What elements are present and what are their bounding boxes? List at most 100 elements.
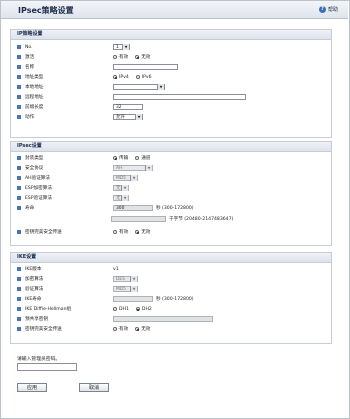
radio-ike-pfs-disable[interactable] [135, 327, 140, 331]
row-no: No. 1 ▼ [17, 43, 327, 51]
radio-disable[interactable] [135, 55, 140, 59]
bullet-icon [17, 105, 21, 109]
ike-lifetime-input[interactable] [113, 296, 153, 302]
chevron-down-icon: ▼ [130, 286, 137, 292]
bullet-icon [17, 166, 21, 170]
esp-auth-select[interactable]: 无 ▼ [113, 195, 129, 201]
bullet-icon [17, 307, 21, 311]
bullet-icon [17, 55, 21, 59]
radio-pfs-enable[interactable] [113, 230, 117, 234]
section-header: IPsec设置 [11, 142, 331, 152]
lifetime-seconds-unit: 秒 (300-172800) [156, 206, 194, 211]
chevron-down-icon: ▼ [122, 44, 129, 50]
bullet-icon [17, 206, 21, 210]
lifetime-seconds-input[interactable]: 300 [113, 205, 153, 211]
help-icon: ? [318, 6, 326, 13]
label: 本地地址 [25, 85, 44, 90]
row-name: 名称 [17, 63, 327, 71]
ah-auth-select[interactable]: MD5 ▼ [113, 175, 138, 181]
label: 寿命 [25, 206, 35, 211]
admin-password-input[interactable] [17, 363, 77, 371]
label: 地址类型 [25, 75, 44, 80]
help-label: 帮助 [327, 7, 338, 13]
remote-address-input[interactable] [113, 94, 246, 100]
ike-version-value: v1 [113, 266, 119, 272]
local-address-select[interactable]: ▼ [113, 84, 165, 90]
row-esp-enc: ESP加密算法 无 ▼ [17, 184, 327, 192]
label: AH验证算法 [25, 176, 50, 181]
radio-enable[interactable] [113, 55, 117, 59]
radio-transport[interactable] [113, 156, 117, 160]
row-ah-auth: AH验证算法 MD5 ▼ [17, 174, 327, 182]
bullet-icon [17, 297, 21, 301]
radio-dh1[interactable] [113, 307, 117, 311]
bullet-icon [17, 95, 21, 99]
ip-policy-section: IP策略设置 No. 1 ▼ 激活 有效 无效 名称 地址类型 IPv4 IPv6… [10, 29, 332, 138]
page-header: IPsec策略设置 ? 帮助 [1, 1, 348, 19]
name-input[interactable] [113, 64, 178, 70]
row-state: 激活 有效 无效 [17, 53, 327, 61]
radio-ipv4[interactable] [113, 75, 117, 79]
label: No. [25, 44, 33, 50]
label: 验证算法 [25, 287, 44, 292]
row-pfs: 密钥完美安全传送 有效 无效 [17, 228, 327, 236]
prefix-length-input[interactable]: 32 [113, 104, 143, 110]
apply-button[interactable]: 应用 [17, 383, 47, 392]
bullet-icon [17, 317, 21, 321]
row-ike-auth: 验证算法 MD5 ▼ [17, 285, 327, 293]
label: 动作 [25, 115, 35, 120]
label: IKE版本 [25, 267, 42, 272]
bullet-icon [17, 327, 21, 331]
action-select[interactable]: 允许 ▼ [113, 114, 143, 120]
label: 远程地址 [25, 95, 44, 100]
label: 名称 [25, 65, 35, 70]
label: 预共享密钥 [25, 317, 48, 322]
row-lifetime-kb: 千字节 (20480-2147483647) [111, 215, 321, 223]
row-enc-type: 封装类型 传输 通道 [17, 154, 327, 162]
help-link[interactable]: ? 帮助 [318, 6, 338, 13]
radio-ike-pfs-enable[interactable] [113, 327, 117, 331]
ipsec-section: IPsec设置 封装类型 传输 通道 安全协议 AH ▼ AH验证算法 MD5 ▼ … [10, 141, 332, 246]
chevron-down-icon: ▼ [130, 175, 137, 181]
radio-ipv6[interactable] [135, 75, 140, 79]
bullet-icon [17, 176, 21, 180]
row-lifetime: 寿命 300 秒 (300-172800) [17, 204, 327, 212]
label: IKE Diffie-Hellman组 [25, 307, 72, 312]
bullet-icon [17, 115, 21, 119]
row-addr-type: 地址类型 IPv4 IPv6 [17, 73, 327, 81]
row-ike-enc: 加密算法 DES ▼ [17, 275, 327, 283]
row-remote: 远程地址 [17, 93, 327, 101]
chevron-down-icon: ▼ [130, 276, 137, 282]
section-header: IKE设置 [11, 253, 331, 263]
radio-pfs-disable[interactable] [135, 230, 140, 234]
bullet-icon [17, 156, 21, 160]
esp-enc-select[interactable]: 无 ▼ [113, 185, 129, 191]
bullet-icon [17, 196, 21, 200]
bullet-icon [17, 45, 21, 49]
label: IKE寿命 [25, 297, 42, 302]
no-select[interactable]: 1 ▼ [113, 44, 130, 50]
protocol-select[interactable]: AH ▼ [113, 165, 153, 171]
ike-auth-select[interactable]: MD5 ▼ [113, 286, 138, 292]
ike-enc-select[interactable]: DES ▼ [113, 276, 138, 282]
row-ike-pfs: 密钥完美安全传送 有效 无效 [17, 325, 327, 333]
chevron-down-icon: ▼ [135, 114, 142, 120]
label: 密钥完美安全传送 [25, 327, 62, 332]
row-ike-dh: IKE Diffie-Hellman组 DH1 DH2 [17, 305, 327, 313]
cancel-button[interactable]: 取消 [79, 383, 109, 392]
radio-tunnel[interactable] [135, 156, 140, 160]
row-action: 动作 允许 ▼ [17, 113, 327, 121]
radio-dh2[interactable] [135, 307, 140, 311]
label: 激活 [25, 55, 35, 60]
label: 安全协议 [25, 166, 44, 171]
row-esp-auth: ESP验证算法 无 ▼ [17, 194, 327, 202]
lifetime-kb-input[interactable] [111, 216, 166, 222]
label: ESP加密算法 [25, 186, 52, 191]
psk-input[interactable] [113, 316, 213, 322]
bullet-icon [17, 75, 21, 79]
chevron-down-icon: ▼ [157, 84, 164, 90]
label: 密钥完美安全传送 [25, 230, 62, 235]
bullet-icon [17, 65, 21, 69]
label: 前缀长度 [25, 105, 44, 110]
section-header: IP策略设置 [11, 30, 331, 40]
